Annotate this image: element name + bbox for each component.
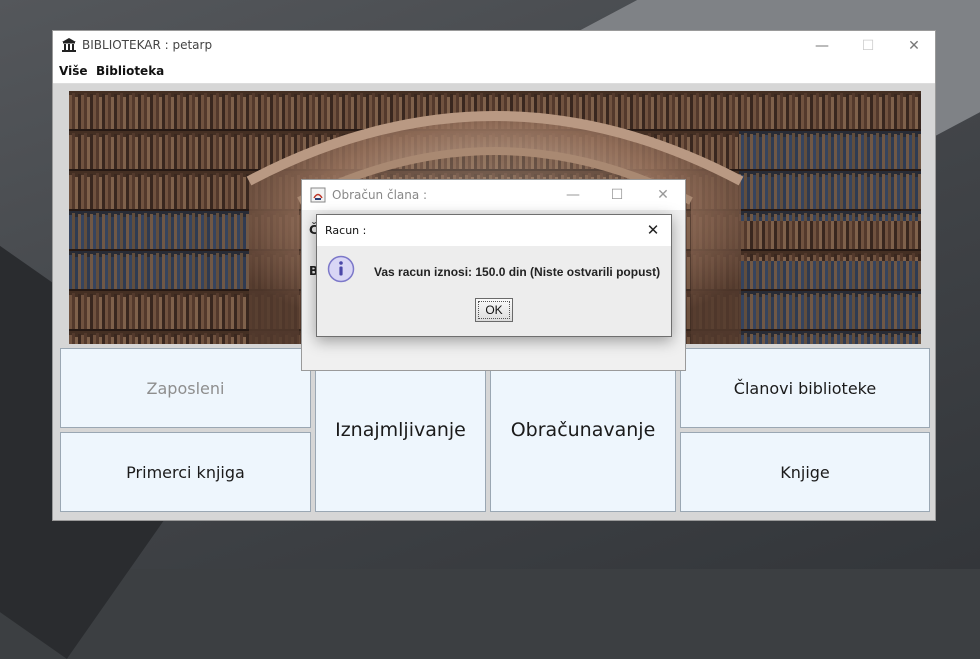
- close-icon: ✕: [908, 38, 920, 54]
- ok-label: OK: [485, 303, 503, 317]
- library-building-icon: [62, 38, 76, 52]
- zaposleni-button[interactable]: Zaposleni: [60, 348, 311, 428]
- zaposleni-label: Zaposleni: [146, 378, 225, 398]
- primerci-knjiga-button[interactable]: Primerci knjiga: [60, 432, 311, 512]
- dialog-title-bar[interactable]: Obračun člana : — ☐ ✕: [302, 180, 685, 210]
- racun-message-dialog: Racun : ✕ Vas racun iznosi: 150.0 din (N…: [316, 214, 672, 337]
- minimize-icon: —: [566, 187, 580, 203]
- message-title: Racun :: [325, 224, 367, 237]
- maximize-icon: ☐: [861, 38, 875, 54]
- maximize-button[interactable]: ☐: [845, 31, 891, 61]
- ok-button[interactable]: OK: [475, 298, 513, 322]
- dialog-close-button[interactable]: ✕: [640, 180, 686, 210]
- minimize-button[interactable]: —: [799, 31, 845, 61]
- close-icon: ✕: [646, 221, 660, 239]
- close-button[interactable]: ✕: [891, 31, 937, 61]
- dialog-maximize-button[interactable]: ☐: [594, 180, 640, 210]
- menu-item-vise[interactable]: Više: [59, 64, 87, 78]
- window-title: BIBLIOTEKAR : petarp: [82, 38, 213, 52]
- iznajmljivanje-label: Iznajmljivanje: [335, 419, 466, 441]
- minimize-icon: —: [815, 38, 829, 54]
- information-icon: [327, 255, 355, 283]
- clanovi-biblioteke-label: Članovi biblioteke: [733, 378, 877, 398]
- maximize-icon: ☐: [610, 187, 624, 203]
- dialog-minimize-button[interactable]: —: [550, 180, 596, 210]
- knjige-label: Knjige: [780, 462, 830, 482]
- close-icon: ✕: [657, 187, 669, 203]
- menu-item-biblioteka[interactable]: Biblioteka: [96, 64, 164, 78]
- message-close-button[interactable]: ✕: [641, 219, 665, 241]
- message-title-bar[interactable]: Racun : ✕: [317, 215, 671, 246]
- obracunavanje-button[interactable]: Obračunavanje: [490, 348, 676, 512]
- title-bar[interactable]: BIBLIOTEKAR : petarp — ☐ ✕: [53, 31, 935, 61]
- dialog-title: Obračun člana :: [332, 188, 428, 202]
- obracunavanje-label: Obračunavanje: [510, 419, 656, 441]
- message-text: Vas racun iznosi: 150.0 din (Niste ostva…: [374, 265, 661, 279]
- primerci-knjiga-label: Primerci knjiga: [126, 462, 245, 482]
- iznajmljivanje-button[interactable]: Iznajmljivanje: [315, 348, 486, 512]
- knjige-button[interactable]: Knjige: [680, 432, 930, 512]
- clanovi-biblioteke-button[interactable]: Članovi biblioteke: [680, 348, 930, 428]
- menu-bar: Više Biblioteka: [53, 61, 935, 84]
- java-app-icon: [310, 187, 326, 203]
